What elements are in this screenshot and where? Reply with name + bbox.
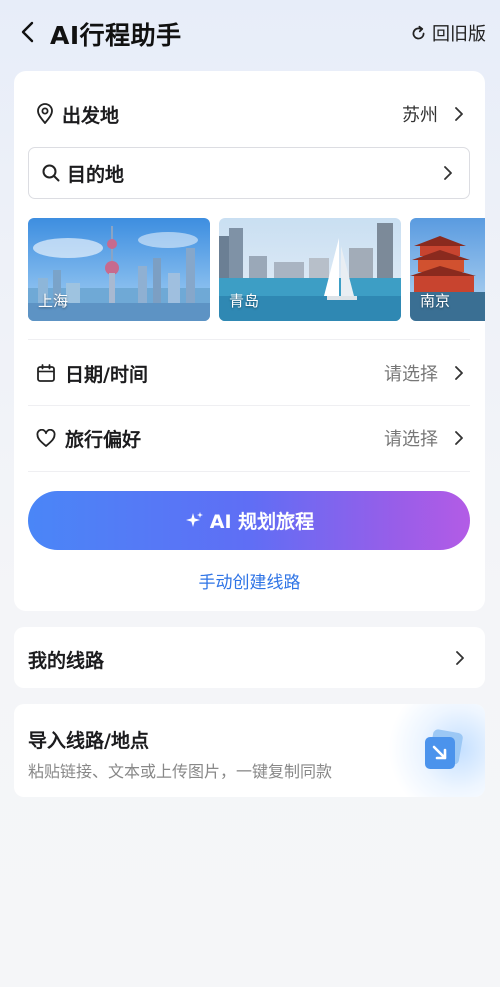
old-version-button[interactable]: 回旧版 bbox=[410, 20, 486, 46]
chevron-left-icon bbox=[21, 21, 34, 43]
city-card-qingdao[interactable]: 青岛 bbox=[219, 218, 401, 321]
destination-label: 目的地 bbox=[67, 163, 125, 186]
header-bar: AI行程助手 回旧版 bbox=[0, 0, 500, 64]
city-name: 上海 bbox=[38, 292, 69, 310]
import-subtitle: 粘贴链接、文本或上传图片，一键复制同款 bbox=[28, 762, 333, 781]
city-name: 南京 bbox=[420, 292, 451, 310]
departure-label: 出发地 bbox=[62, 104, 120, 127]
manual-create-route-link[interactable]: 手动创建线路 bbox=[14, 568, 485, 593]
search-icon bbox=[42, 164, 60, 182]
travel-preference-label: 旅行偏好 bbox=[65, 428, 142, 451]
city-carousel[interactable]: 上海 青岛 南京 bbox=[28, 218, 485, 321]
destination-field[interactable]: 目的地 bbox=[28, 147, 470, 199]
city-card-nanjing[interactable]: 南京 bbox=[410, 218, 485, 321]
departure-value: 苏州 bbox=[402, 105, 438, 126]
sparkle-icon bbox=[185, 511, 203, 527]
divider bbox=[28, 471, 470, 472]
city-name: 青岛 bbox=[229, 292, 260, 310]
import-title: 导入线路/地点 bbox=[28, 730, 149, 752]
ai-plan-trip-label: AI 规划旅程 bbox=[209, 511, 315, 533]
import-icon bbox=[425, 729, 463, 769]
heart-icon bbox=[36, 428, 56, 447]
page-title: AI行程助手 bbox=[50, 21, 182, 50]
location-pin-icon bbox=[37, 103, 53, 124]
date-time-row[interactable]: 日期/时间 请选择 bbox=[36, 358, 466, 388]
chevron-right-icon bbox=[455, 107, 463, 121]
city-card-shanghai[interactable]: 上海 bbox=[28, 218, 210, 321]
date-time-label: 日期/时间 bbox=[65, 363, 148, 386]
old-version-label: 回旧版 bbox=[432, 24, 486, 45]
chevron-right-icon bbox=[456, 651, 464, 665]
travel-preference-value: 请选择 bbox=[384, 429, 438, 450]
divider bbox=[28, 339, 470, 340]
my-routes-card[interactable]: 我的线路 bbox=[14, 627, 485, 688]
import-route-card[interactable]: 导入线路/地点 粘贴链接、文本或上传图片，一键复制同款 bbox=[14, 704, 485, 797]
refresh-icon bbox=[412, 25, 425, 39]
date-time-value: 请选择 bbox=[384, 364, 438, 385]
my-routes-label: 我的线路 bbox=[28, 650, 105, 672]
calendar-icon bbox=[37, 364, 55, 382]
travel-preference-row[interactable]: 旅行偏好 请选择 bbox=[36, 423, 466, 453]
trip-planner-card: 出发地 苏州 目的地 上海 青岛 南京 日期/时间 请选择 旅行偏好 请选择 A… bbox=[14, 71, 485, 611]
chevron-right-icon bbox=[444, 166, 452, 180]
ai-plan-trip-button[interactable]: AI 规划旅程 bbox=[28, 491, 470, 550]
chevron-right-icon bbox=[455, 366, 463, 380]
back-button[interactable] bbox=[14, 18, 42, 46]
departure-row[interactable]: 出发地 苏州 bbox=[36, 99, 466, 129]
divider bbox=[28, 405, 470, 406]
chevron-right-icon bbox=[455, 431, 463, 445]
